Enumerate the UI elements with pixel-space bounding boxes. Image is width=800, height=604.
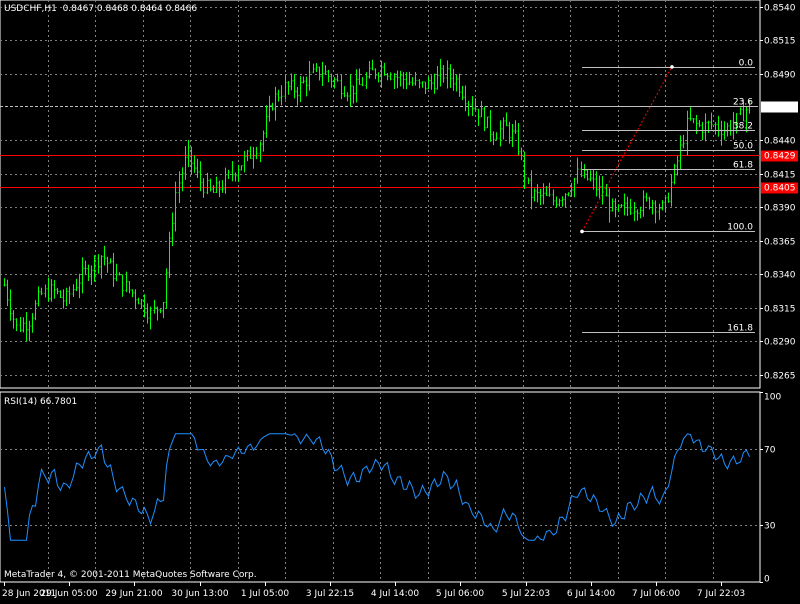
price-tick-label: 0.8265 — [764, 372, 796, 382]
fib-anchor-point — [580, 229, 584, 234]
copyright-text: MetaTrader 4, © 2001-2011 MetaQuotes Sof… — [4, 570, 257, 580]
time-tick-label: 4 Jul 14:00 — [371, 589, 420, 599]
rsi-tick-label: 0 — [764, 575, 770, 585]
price-tick-label: 0.8440 — [764, 137, 796, 147]
ohlc-label: 0.8467 0.8468 0.8464 0.8466 — [62, 4, 198, 14]
time-tick-label: 6 Jul 14:00 — [567, 589, 616, 599]
price-tick-label: 0.8315 — [764, 305, 796, 315]
price-tick-label: 0.8390 — [764, 204, 796, 214]
fib-level-label: 61.8 — [733, 161, 753, 171]
time-tick-label: 3 Jul 22:15 — [306, 589, 354, 599]
fib-level-label: 23.6 — [733, 98, 753, 108]
chart-header: USDCHF,H1 0.8467 0.8468 0.8464 0.8466 — [4, 4, 197, 14]
fib-level-label: 38.2 — [733, 122, 753, 132]
price-tick-label: 0.8415 — [764, 171, 796, 181]
time-tick-label: 5 Jul 06:00 — [436, 589, 485, 599]
rsi-tick-label: 70 — [764, 446, 776, 456]
time-tick-label: 30 Jun 13:00 — [171, 589, 228, 599]
fib-level-label: 50.0 — [733, 142, 753, 152]
fib-level-label: 0.0 — [739, 59, 754, 69]
time-tick-label: 1 Jul 05:00 — [241, 589, 290, 599]
time-tick-label: 29 Jun 21:00 — [105, 589, 162, 599]
rsi-tick-label: 100 — [764, 393, 781, 403]
price-tick-label: 0.8340 — [764, 271, 796, 281]
price-marker-label: 0.8405 — [764, 184, 796, 194]
chart-window[interactable]: 0.8540 0.8515 0.8490 0.8440 0.8415 0.8390 0.83… — [0, 0, 800, 600]
fib-anchor-point — [670, 65, 674, 69]
rsi-title: RSI(14) 66.7801 — [4, 397, 78, 407]
fib-level-label: 100.0 — [727, 223, 753, 233]
symbol-label: USDCHF,H1 — [4, 4, 57, 14]
chart-canvas[interactable]: 0.8540 0.8515 0.8490 0.8440 0.8415 0.8390 0.83… — [0, 0, 800, 600]
price-tick-label: 0.8290 — [764, 338, 796, 348]
price-tick-label: 0.8515 — [764, 37, 796, 47]
rsi-tick-label: 30 — [764, 522, 776, 532]
time-tick-label: 7 Jul 22:03 — [697, 589, 745, 599]
time-tick-label: 5 Jul 22:03 — [502, 589, 550, 599]
fib-level-label: 161.8 — [727, 324, 753, 334]
price-marker-label: 0.8429 — [764, 152, 796, 162]
price-tick-label: 0.8490 — [764, 71, 796, 81]
price-tick-label: 0.8365 — [764, 238, 796, 248]
price-tick-label: 0.8540 — [764, 4, 796, 14]
price-marker-label: 0.8466 — [764, 103, 796, 113]
time-tick-label: 29 Jun 05:00 — [40, 589, 97, 599]
time-tick-label: 7 Jul 06:00 — [632, 589, 681, 599]
